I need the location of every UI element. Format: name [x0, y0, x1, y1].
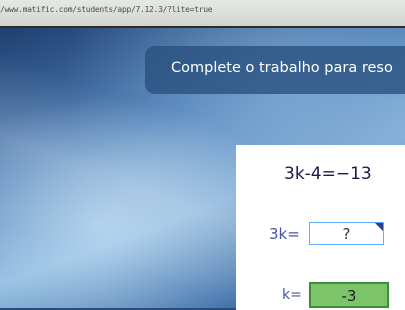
- step-answer-input[interactable]: ?: [309, 222, 384, 245]
- url-text[interactable]: /www.matific.com/students/app/7.12.3/?li…: [0, 5, 213, 14]
- instruction-text: Complete o trabalho para reso: [171, 60, 393, 76]
- browser-address-bar[interactable]: /www.matific.com/students/app/7.12.3/?li…: [0, 0, 405, 28]
- instruction-banner: Complete o trabalho para reso: [145, 46, 405, 94]
- equation-line: 3k-4=−13: [284, 164, 372, 184]
- step-label: 3k=: [269, 225, 300, 243]
- step-input-placeholder: ?: [342, 225, 351, 243]
- answer-value: -3: [341, 287, 357, 305]
- dropdown-corner-icon[interactable]: [375, 223, 383, 231]
- answer-label: k=: [282, 287, 302, 303]
- answer-box[interactable]: -3: [309, 282, 389, 308]
